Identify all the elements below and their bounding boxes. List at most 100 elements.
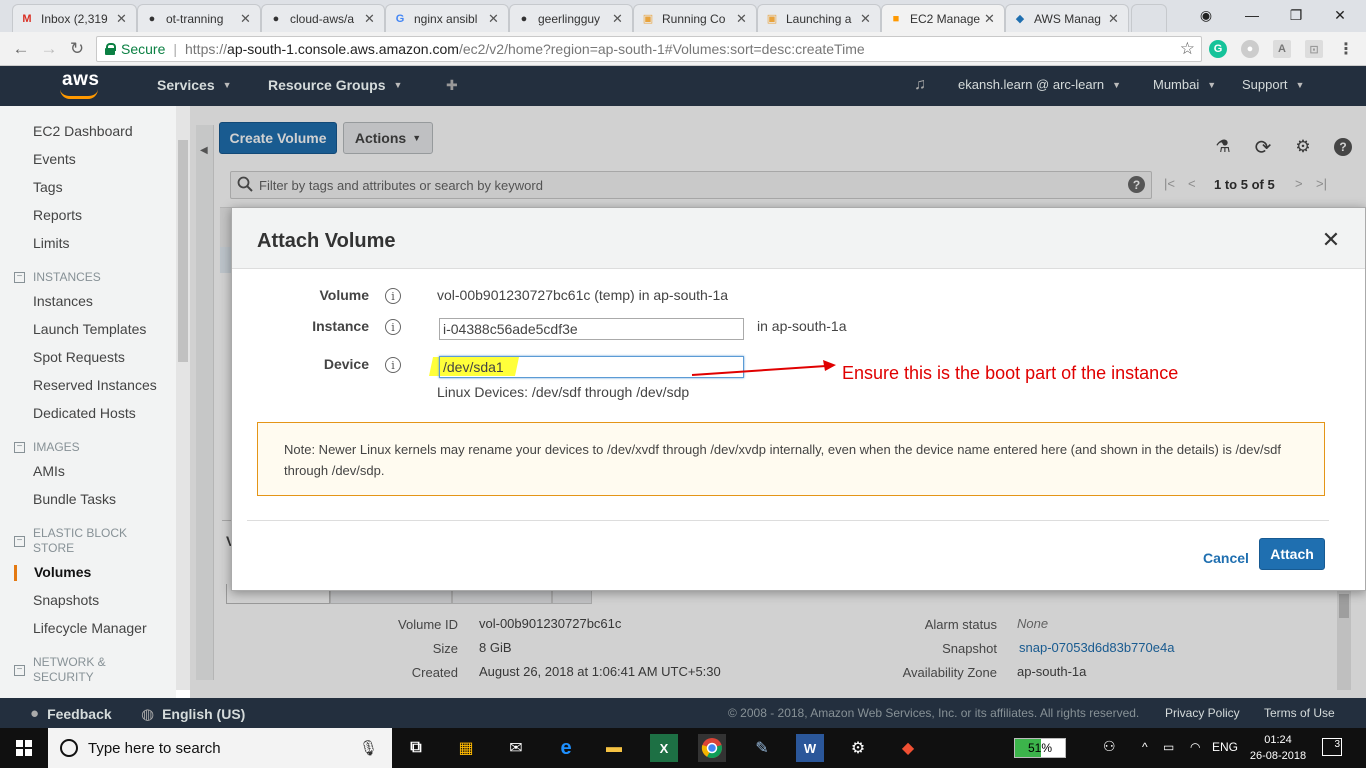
- sidebar-item-ec2-dashboard[interactable]: EC2 Dashboard: [33, 123, 133, 139]
- microphone-icon[interactable]: 🎙: [359, 739, 378, 757]
- language-indicator[interactable]: ENG: [1212, 740, 1238, 754]
- resource-groups-menu[interactable]: Resource Groups ▼: [268, 77, 402, 93]
- support-menu[interactable]: Support ▼: [1242, 77, 1304, 92]
- close-icon[interactable]: ✕: [1320, 227, 1342, 252]
- feedback-link[interactable]: ● Feedback: [30, 705, 112, 722]
- close-tab-icon[interactable]: ✕: [1108, 11, 1122, 27]
- aws-logo[interactable]: aws: [58, 69, 104, 102]
- device-info-icon[interactable]: i: [385, 357, 401, 373]
- git-icon[interactable]: ◆: [894, 734, 922, 762]
- sidebar-item-snapshots[interactable]: Snapshots: [33, 592, 99, 608]
- close-tab-icon[interactable]: ✕: [984, 11, 998, 27]
- dialog-footer-divider: [247, 520, 1329, 521]
- close-tab-icon[interactable]: ✕: [860, 11, 874, 27]
- forward-icon[interactable]: →: [38, 38, 60, 60]
- sidebar-item-instances[interactable]: Instances: [33, 293, 93, 309]
- language-selector[interactable]: ◍ English (US): [141, 705, 245, 723]
- pin-icon[interactable]: ✚: [446, 77, 458, 94]
- file-explorer-icon[interactable]: ▬: [600, 734, 628, 762]
- close-tab-icon[interactable]: ✕: [240, 11, 254, 27]
- restore-icon[interactable]: ❐: [1274, 0, 1318, 30]
- browser-tab-aws[interactable]: ◆ AWS Manag ✕: [1005, 4, 1129, 32]
- google-icon: G: [395, 12, 405, 25]
- back-icon[interactable]: ←: [10, 38, 32, 60]
- browser-tab-github-2[interactable]: ● cloud-aws/a ✕: [261, 4, 385, 32]
- volume-info-icon[interactable]: i: [385, 288, 401, 304]
- close-tab-icon[interactable]: ✕: [612, 11, 626, 27]
- sidebar-item-amis[interactable]: AMIs: [33, 463, 65, 479]
- sidebar-item-reports[interactable]: Reports: [33, 207, 82, 223]
- chrome-icon[interactable]: [698, 734, 726, 762]
- sidebar-item-tags[interactable]: Tags: [33, 179, 63, 195]
- sidebar-item-spot-requests[interactable]: Spot Requests: [33, 349, 125, 365]
- account-menu[interactable]: ekansh.learn @ arc-learn ▼: [958, 77, 1121, 92]
- instance-input[interactable]: [439, 318, 744, 340]
- secure-indicator[interactable]: Secure: [105, 41, 165, 57]
- sidebar-item-volumes[interactable]: Volumes: [34, 564, 91, 580]
- battery-indicator[interactable]: 51%: [1014, 738, 1066, 758]
- sidebar-item-bundle-tasks[interactable]: Bundle Tasks: [33, 491, 116, 507]
- excel-icon[interactable]: X: [650, 734, 678, 762]
- taskbar-search-box[interactable]: Type here to search 🎙: [48, 728, 392, 768]
- browser-menu-icon[interactable]: ⋮: [1337, 40, 1355, 58]
- taskbar-clock[interactable]: 01:24 26-08-2018: [1248, 732, 1308, 764]
- extension-a-icon[interactable]: A: [1273, 40, 1291, 58]
- browser-tab-github-1[interactable]: ● ot-tranning ✕: [137, 4, 261, 32]
- privacy-policy-link[interactable]: Privacy Policy: [1165, 706, 1240, 720]
- sidebar-item-limits[interactable]: Limits: [33, 235, 70, 251]
- reload-icon[interactable]: ↻: [66, 38, 88, 60]
- minimize-icon[interactable]: —: [1230, 0, 1274, 30]
- services-menu[interactable]: Services ▼: [157, 77, 232, 93]
- sidebar-item-lifecycle-manager[interactable]: Lifecycle Manager: [33, 620, 147, 636]
- wifi-icon[interactable]: ◠: [1190, 740, 1200, 754]
- section-heading: IMAGES: [33, 440, 80, 454]
- attach-button[interactable]: Attach: [1259, 538, 1325, 570]
- language-label: English (US): [162, 706, 246, 722]
- sidebar-item-reserved-instances[interactable]: Reserved Instances: [33, 377, 157, 393]
- sidebar-item-events[interactable]: Events: [33, 151, 76, 167]
- new-tab-button[interactable]: [1131, 4, 1167, 32]
- grammarly-extension-icon[interactable]: G: [1209, 40, 1227, 58]
- browser-tab-ec2[interactable]: ■ EC2 Manage ✕: [881, 4, 1005, 32]
- settings-gear-icon[interactable]: ⚙: [844, 734, 872, 762]
- notepad-icon[interactable]: ✎: [748, 734, 776, 762]
- sidebar-scrollbar-thumb[interactable]: [178, 140, 188, 362]
- tab-title: EC2 Manage: [910, 11, 980, 26]
- word-icon[interactable]: W: [796, 734, 824, 762]
- sidebar-item-dedicated-hosts[interactable]: Dedicated Hosts: [33, 405, 136, 421]
- region-menu[interactable]: Mumbai ▼: [1153, 77, 1216, 92]
- bookmark-star-icon[interactable]: ☆: [1180, 39, 1195, 59]
- edge-icon[interactable]: e: [552, 734, 580, 762]
- bell-icon[interactable]: ♫: [914, 76, 926, 94]
- store-icon[interactable]: ▦: [452, 734, 480, 762]
- cancel-button[interactable]: Cancel: [1203, 550, 1249, 566]
- start-button[interactable]: [0, 728, 48, 768]
- sidebar-item-launch-templates[interactable]: Launch Templates: [33, 321, 146, 337]
- globe-icon: ◍: [141, 706, 155, 723]
- close-tab-icon[interactable]: ✕: [488, 11, 502, 27]
- github-icon: ●: [272, 12, 280, 25]
- close-window-icon[interactable]: ✕: [1318, 0, 1362, 30]
- show-hidden-icons[interactable]: ^: [1142, 740, 1148, 754]
- task-view-icon[interactable]: ⧉: [402, 734, 430, 762]
- battery-tray-icon[interactable]: ▭: [1163, 740, 1174, 754]
- extension-translate-icon[interactable]: ⊡: [1305, 40, 1323, 58]
- browser-tab-doc-1[interactable]: ▣ Running Co ✕: [633, 4, 757, 32]
- close-tab-icon[interactable]: ✕: [364, 11, 378, 27]
- people-icon[interactable]: ⚇: [1103, 738, 1116, 755]
- extension-circle-icon[interactable]: ●: [1241, 40, 1259, 58]
- browser-tab-gmail[interactable]: M Inbox (2,319 ✕: [12, 4, 137, 32]
- dialog-header: Attach Volume ✕: [232, 208, 1365, 269]
- mail-icon[interactable]: ✉: [502, 734, 530, 762]
- close-tab-icon[interactable]: ✕: [116, 11, 130, 27]
- close-tab-icon[interactable]: ✕: [736, 11, 750, 27]
- browser-tab-doc-2[interactable]: ▣ Launching a ✕: [757, 4, 881, 32]
- terms-of-use-link[interactable]: Terms of Use: [1264, 706, 1335, 720]
- browser-tab-github-3[interactable]: ● geerlingguy ✕: [509, 4, 633, 32]
- browser-tab-google[interactable]: G nginx ansibl ✕: [385, 4, 509, 32]
- profile-icon[interactable]: ◉: [1184, 0, 1228, 30]
- address-bar[interactable]: Secure | https:// ap-south-1.console.aws…: [96, 36, 1202, 62]
- notifications-icon[interactable]: 3: [1322, 738, 1342, 756]
- chevron-down-icon: ▼: [1207, 79, 1217, 90]
- instance-info-icon[interactable]: i: [385, 319, 401, 335]
